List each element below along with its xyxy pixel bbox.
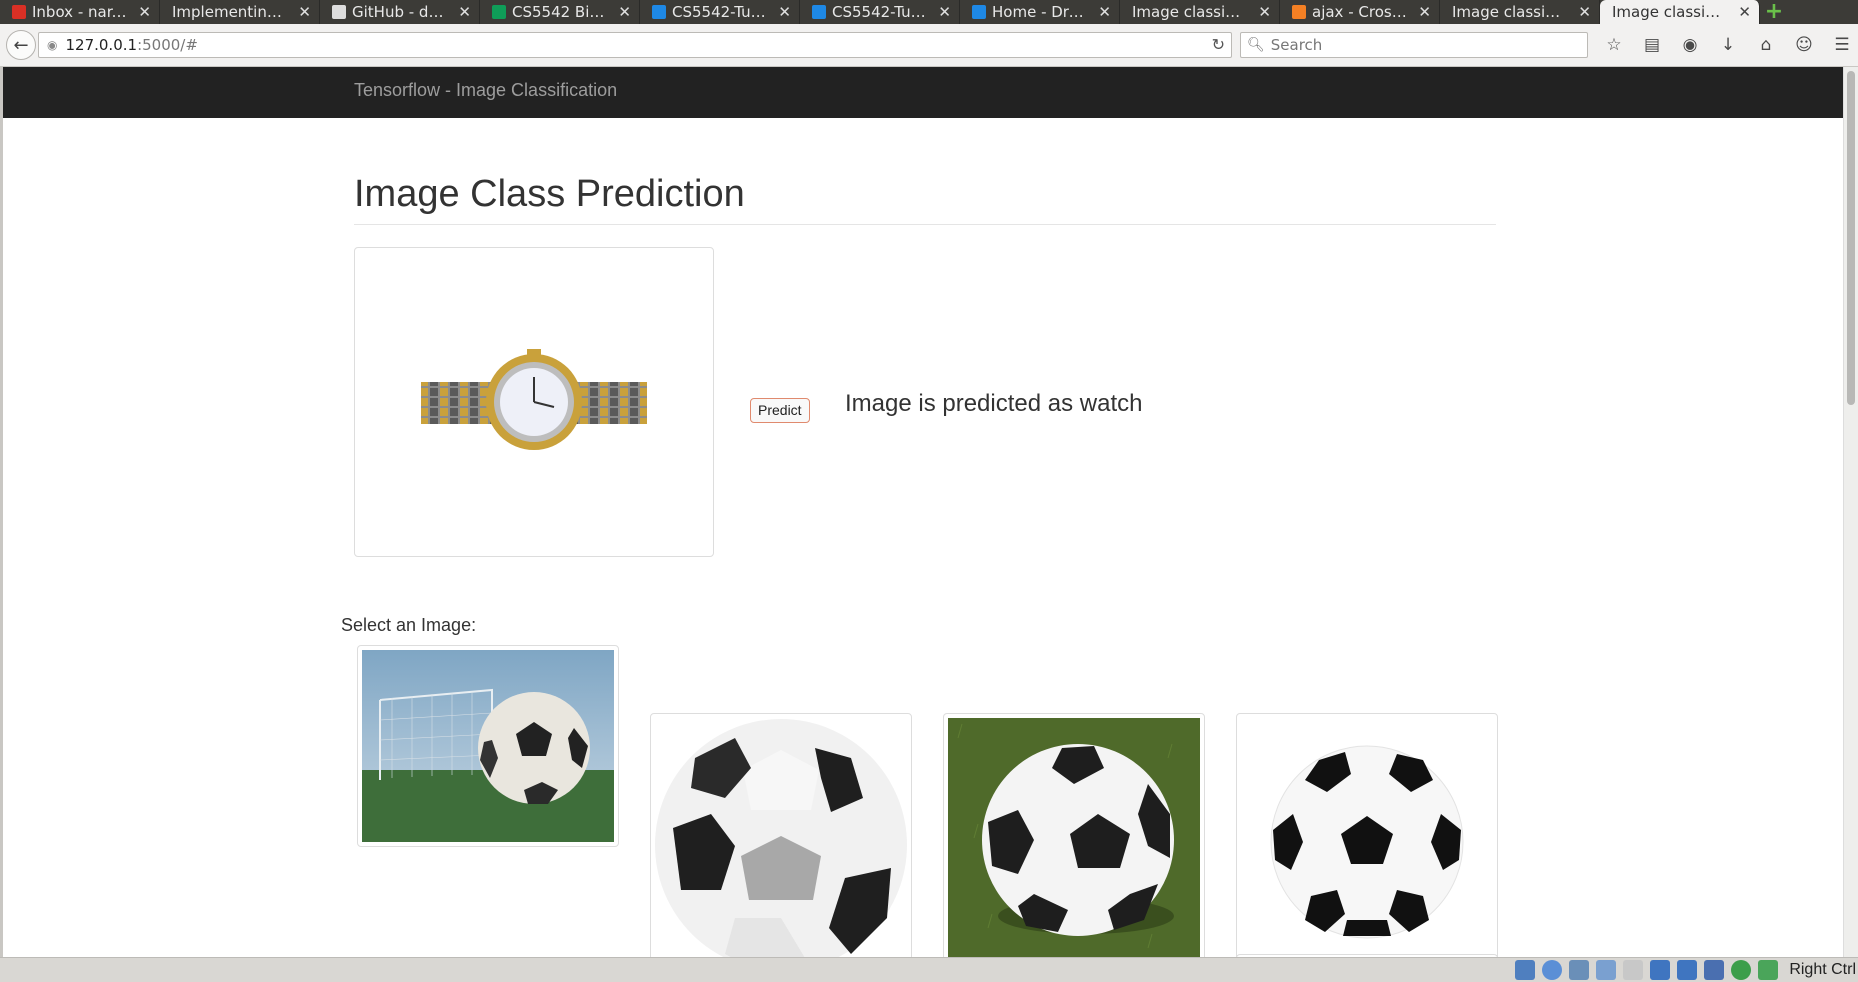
search-icon: 🔍︎	[1247, 37, 1265, 53]
tab-label: CS5542-Tuto...	[672, 3, 769, 21]
url-path: :5000/#	[137, 36, 198, 54]
chat-icon[interactable]: ☺	[1792, 33, 1816, 57]
tab-label: Image classifica...	[1132, 3, 1249, 21]
close-tab-icon[interactable]: ✕	[778, 0, 791, 24]
bookmark-star-icon[interactable]: ☆	[1602, 33, 1626, 57]
close-tab-icon[interactable]: ✕	[1738, 0, 1751, 24]
optical-drive-icon[interactable]	[1542, 960, 1563, 980]
close-tab-icon[interactable]: ✕	[938, 0, 951, 24]
tab-label: Home - Drop...	[992, 3, 1089, 21]
prediction-result: Image is predicted as watch	[845, 390, 1143, 417]
usb-icon[interactable]	[1623, 960, 1644, 980]
site-navbar: Tensorflow - Image Classification	[3, 67, 1845, 118]
select-image-label: Select an Image:	[341, 615, 477, 635]
close-tab-icon[interactable]: ✕	[298, 0, 311, 24]
tab-1[interactable]: Inbox - nar.ac... ✕	[0, 0, 160, 24]
menu-icon[interactable]: ☰	[1830, 33, 1854, 57]
display-icon[interactable]	[1677, 960, 1698, 980]
soccer-ball-closeup-image	[655, 719, 907, 957]
tab-10[interactable]: Image classifica... ✕	[1440, 0, 1600, 24]
new-tab-button[interactable]: +	[1760, 0, 1788, 24]
site-brand-link[interactable]: Tensorflow - Image Classification	[354, 80, 617, 101]
tab-label: Implementing a ...	[172, 3, 289, 21]
dropbox-icon	[812, 5, 826, 19]
shared-folders-icon[interactable]	[1650, 960, 1671, 980]
page-viewport: Tensorflow - Image Classification Image …	[0, 67, 1858, 957]
soccer-ball-grass-image	[948, 718, 1200, 957]
selected-image-preview	[354, 247, 714, 557]
gmail-icon	[12, 5, 26, 19]
github-icon	[332, 5, 346, 19]
storage-icon[interactable]	[1515, 960, 1536, 980]
site-info-icon[interactable]: ◉	[47, 38, 57, 52]
image-option-4[interactable]	[1236, 713, 1498, 957]
tab-3[interactable]: GitHub - den... ✕	[320, 0, 480, 24]
tab-label: Image classifica...	[1612, 3, 1729, 21]
downloads-icon[interactable]: ↓	[1716, 33, 1740, 57]
host-key-label: Right Ctrl	[1789, 961, 1856, 978]
close-tab-icon[interactable]: ✕	[458, 0, 471, 24]
back-arrow-icon: ←	[13, 34, 29, 56]
tab-5[interactable]: CS5542-Tuto... ✕	[640, 0, 800, 24]
tab-2[interactable]: Implementing a ... ✕	[160, 0, 320, 24]
close-tab-icon[interactable]: ✕	[1578, 0, 1591, 24]
tab-label: Inbox - nar.ac...	[32, 3, 129, 21]
tab-6[interactable]: CS5542-Tuto... ✕	[800, 0, 960, 24]
tab-label: CS5542-Tuto...	[832, 3, 929, 21]
search-placeholder: Search	[1270, 36, 1323, 54]
page-scrollbar[interactable]	[1843, 67, 1858, 957]
pocket-icon[interactable]: ◉	[1678, 33, 1702, 57]
video-capture-icon[interactable]	[1704, 960, 1725, 980]
tab-9[interactable]: ajax - Cross-... ✕	[1280, 0, 1440, 24]
close-tab-icon[interactable]: ✕	[1258, 0, 1271, 24]
virtualization-icon[interactable]	[1731, 960, 1752, 980]
scrollbar-thumb[interactable]	[1847, 71, 1855, 405]
search-input[interactable]: 🔍︎ Search	[1240, 32, 1588, 58]
sheets-icon	[492, 5, 506, 19]
predict-button[interactable]: Predict	[750, 398, 810, 423]
watch-image	[421, 349, 647, 450]
tab-7[interactable]: Home - Drop... ✕	[960, 0, 1120, 24]
close-tab-icon[interactable]: ✕	[618, 0, 631, 24]
image-option-2[interactable]	[650, 713, 912, 957]
close-tab-icon[interactable]: ✕	[1098, 0, 1111, 24]
stackoverflow-icon	[1292, 5, 1306, 19]
reading-list-icon[interactable]: ▤	[1640, 33, 1664, 57]
reload-icon[interactable]: ↻	[1212, 35, 1225, 54]
mouse-integration-icon[interactable]	[1758, 960, 1779, 980]
vm-status-bar: Right Ctrl	[0, 957, 1858, 982]
tab-label: GitHub - den...	[352, 3, 449, 21]
tab-strip: Inbox - nar.ac...✕Implementing a ...✕Git…	[0, 0, 1858, 24]
url-host: 127.0.0.1	[65, 36, 138, 54]
image-option-3[interactable]	[943, 713, 1205, 957]
tab-label: ajax - Cross-...	[1312, 3, 1409, 21]
page-title: Image Class Prediction	[354, 173, 745, 215]
image-option-1[interactable]	[357, 645, 619, 847]
home-icon[interactable]: ⌂	[1754, 33, 1778, 57]
tab-label: Image classifica...	[1452, 3, 1569, 21]
dropbox-icon	[972, 5, 986, 19]
tab-4[interactable]: CS5542 Big D... ✕	[480, 0, 640, 24]
soccer-ball-white-image	[1241, 718, 1493, 957]
tab-label: CS5542 Big D...	[512, 3, 609, 21]
navigation-toolbar: ← ◉ 127.0.0.1:5000/# ↻ 🔍︎ Search ☆ ▤ ◉ ↓…	[0, 24, 1858, 67]
network-icon[interactable]	[1596, 960, 1617, 980]
tab-8[interactable]: Image classifica... ✕	[1120, 0, 1280, 24]
title-divider	[354, 224, 1496, 225]
back-button[interactable]: ←	[6, 30, 36, 60]
audio-icon[interactable]	[1569, 960, 1590, 980]
dropbox-icon	[652, 5, 666, 19]
tab-11[interactable]: Image classifica... ✕	[1600, 0, 1760, 24]
close-tab-icon[interactable]: ✕	[138, 0, 151, 24]
close-tab-icon[interactable]: ✕	[1418, 0, 1431, 24]
address-bar[interactable]: ◉ 127.0.0.1:5000/# ↻	[38, 32, 1232, 58]
soccer-ball-goal-image	[362, 650, 614, 842]
